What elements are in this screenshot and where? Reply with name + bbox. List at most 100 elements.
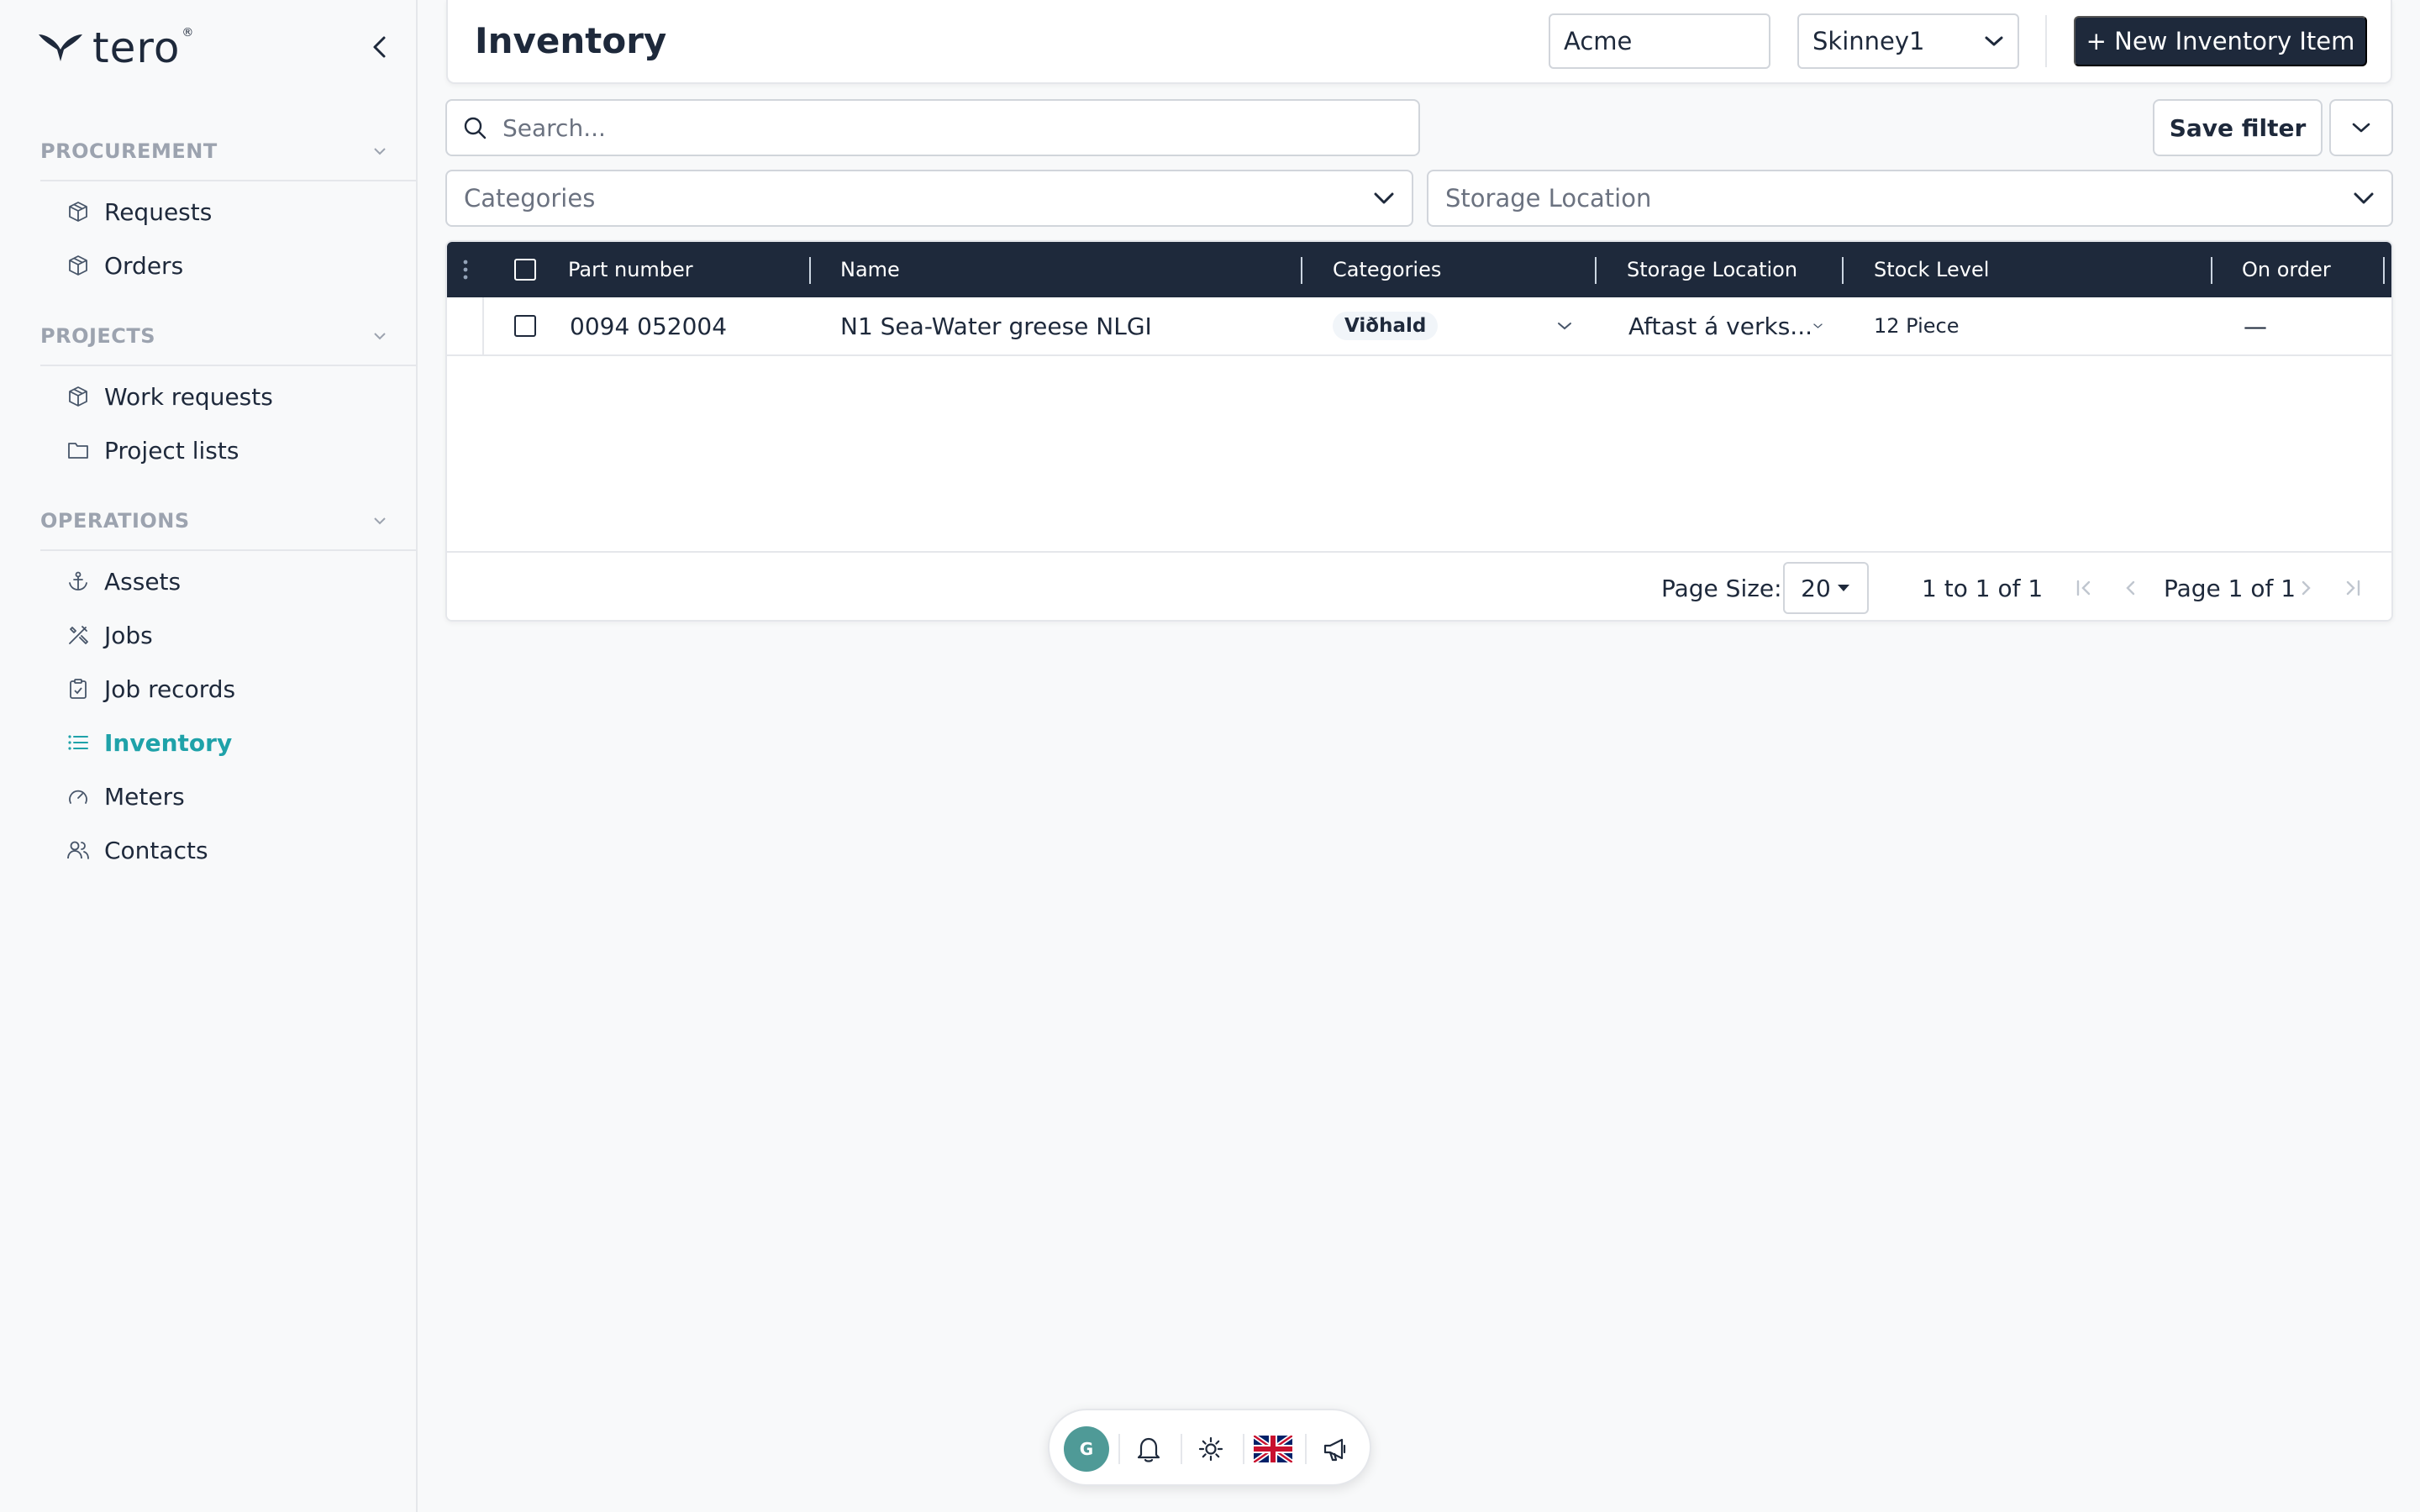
row-checkbox[interactable] <box>514 297 536 354</box>
sidebar-item-requests[interactable]: Requests <box>66 190 212 234</box>
chevron-left-icon <box>2126 580 2135 596</box>
inventory-table: Part number Name Categories Storage Loca… <box>445 240 2393 622</box>
divider <box>2045 15 2047 67</box>
chevron-down-icon <box>374 517 386 525</box>
sun-icon <box>1198 1436 1223 1462</box>
next-page-button[interactable] <box>2291 573 2321 603</box>
sidebar-item-label: Orders <box>104 251 184 280</box>
search-box <box>445 99 1420 156</box>
folder-icon <box>66 438 91 463</box>
sidebar-item-job-records[interactable]: Job records <box>66 667 235 711</box>
column-resizer[interactable] <box>2211 257 2212 284</box>
checkbox-box <box>514 315 536 337</box>
table-row[interactable]: 0094 052004 N1 Sea-Water greese NLGI Við… <box>447 297 2391 356</box>
sidebar-item-project-lists[interactable]: Project lists <box>66 428 239 472</box>
users-icon <box>66 837 91 863</box>
divider <box>1118 1434 1120 1464</box>
caret-down-icon <box>1837 585 1849 591</box>
section-projects-header[interactable]: PROJECTS <box>40 319 418 353</box>
column-resizer[interactable] <box>2383 257 2385 284</box>
collapse-sidebar-button[interactable] <box>365 32 395 62</box>
last-page-button[interactable] <box>2338 573 2368 603</box>
previous-page-button[interactable] <box>2116 573 2146 603</box>
page-info: Page 1 of 1 <box>2164 574 2296 602</box>
page-size-select[interactable]: 20 <box>1783 562 1869 614</box>
sidebar-item-orders[interactable]: Orders <box>66 244 183 287</box>
sidebar-item-meters[interactable]: Meters <box>66 774 185 818</box>
chevron-down-icon <box>1374 192 1394 204</box>
user-avatar-button[interactable]: G <box>1063 1425 1110 1473</box>
divider <box>1243 1434 1244 1464</box>
column-resizer[interactable] <box>1301 257 1302 284</box>
column-header-name[interactable]: Name <box>840 242 900 297</box>
category-badge: Viðhald <box>1333 312 1439 340</box>
sidebar-item-work-requests[interactable]: Work requests <box>66 375 273 418</box>
brand-name: tero <box>92 24 181 72</box>
tools-icon <box>66 622 91 648</box>
vessel-select[interactable]: Skinney1 <box>1797 13 2019 69</box>
avatar: G <box>1064 1426 1109 1472</box>
column-header-part-number[interactable]: Part number <box>568 242 693 297</box>
divider <box>1181 1434 1182 1464</box>
notifications-button[interactable] <box>1125 1425 1172 1473</box>
chevron-down-icon <box>2352 123 2370 133</box>
page-size-label: Page Size: <box>1661 574 1782 602</box>
select-all-checkbox[interactable] <box>514 242 536 297</box>
section-procurement-header[interactable]: PROCUREMENT <box>40 134 418 168</box>
theme-toggle-button[interactable] <box>1187 1425 1234 1473</box>
cell-stock-level: 12 Piece <box>1874 314 1960 338</box>
anchor-icon <box>66 569 91 594</box>
row-drag-handle[interactable] <box>447 297 484 354</box>
language-button[interactable] <box>1249 1425 1297 1473</box>
chevron-left-icon <box>373 36 386 58</box>
last-page-icon <box>2346 580 2360 596</box>
sidebar-item-contacts[interactable]: Contacts <box>66 828 208 872</box>
sidebar-item-jobs[interactable]: Jobs <box>66 613 153 657</box>
column-resizer[interactable] <box>1595 257 1597 284</box>
registered-mark: ® <box>182 26 194 39</box>
tero-logo[interactable]: tero ® <box>37 25 193 71</box>
section-operations-header[interactable]: OPERATIONS <box>40 504 418 538</box>
column-header-categories[interactable]: Categories <box>1333 242 1441 297</box>
save-filter-button[interactable]: Save filter <box>2153 99 2323 156</box>
sidebar-item-label: Contacts <box>104 836 208 864</box>
gauge-icon <box>66 784 91 809</box>
chevron-down-icon <box>2354 192 2374 204</box>
cell-categories[interactable]: Viðhald <box>1333 297 1573 354</box>
drag-handle-icon[interactable] <box>462 242 469 297</box>
sidebar: tero ® PROCUREMENT Requests Orders PROJE… <box>0 0 418 1512</box>
sidebar-item-label: Inventory <box>104 728 233 757</box>
section-label: OPERATIONS <box>40 509 190 533</box>
page-size-value: 20 <box>1801 574 1831 602</box>
chevron-down-icon <box>1985 36 2003 46</box>
cell-storage-location[interactable]: Aftast á verks... <box>1628 297 1823 354</box>
sidebar-item-assets[interactable]: Assets <box>66 559 181 603</box>
first-page-button[interactable] <box>2069 573 2099 603</box>
divider <box>40 549 418 551</box>
tero-logo-mark <box>39 34 82 61</box>
first-page-icon <box>2076 580 2091 596</box>
categories-filter[interactable]: Categories <box>445 170 1413 227</box>
search-input[interactable] <box>502 113 1385 142</box>
column-resizer[interactable] <box>809 257 811 284</box>
section-label: PROCUREMENT <box>40 139 218 163</box>
announcements-button[interactable] <box>1312 1425 1359 1473</box>
box-icon <box>66 199 91 224</box>
company-input[interactable] <box>1549 13 1770 69</box>
table-header: Part number Name Categories Storage Loca… <box>447 242 2391 297</box>
column-header-stock-level[interactable]: Stock Level <box>1874 242 1989 297</box>
column-resizer[interactable] <box>1842 257 1844 284</box>
clipboard-icon <box>66 676 91 701</box>
box-icon <box>66 384 91 409</box>
sidebar-item-label: Project lists <box>104 436 239 465</box>
new-inventory-item-button[interactable]: + New Inventory Item <box>2074 16 2367 66</box>
megaphone-icon <box>1323 1438 1346 1462</box>
sidebar-item-label: Assets <box>104 567 182 596</box>
column-header-on-order[interactable]: On order <box>2242 242 2331 297</box>
column-header-storage-location[interactable]: Storage Location <box>1627 242 1797 297</box>
storage-location-filter[interactable]: Storage Location <box>1427 170 2393 227</box>
filter-options-button[interactable] <box>2329 99 2393 156</box>
sidebar-item-inventory[interactable]: Inventory <box>66 721 232 764</box>
cell-part-number: 0094 052004 <box>570 312 728 340</box>
section-operations: OPERATIONS <box>40 504 418 551</box>
